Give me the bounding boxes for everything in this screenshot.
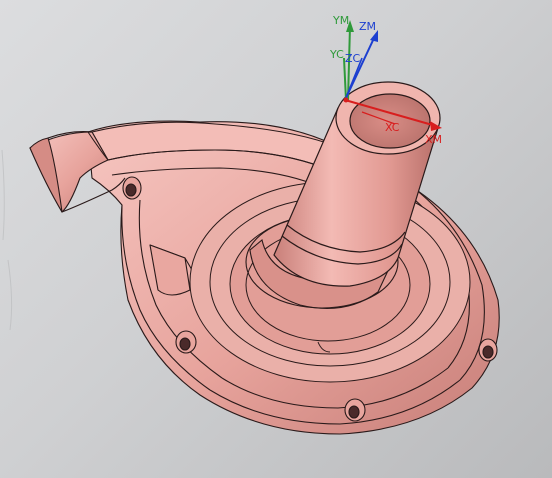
xm-label: XM [425, 133, 442, 146]
model-scene[interactable]: YM ZM YC ZC XC XM [0, 0, 552, 478]
zm-label: ZM [359, 20, 376, 33]
graphics-viewport[interactable]: YM ZM YC ZC XC XM [0, 0, 552, 478]
background-artifacts [1, 149, 13, 331]
zc-label: ZC [345, 52, 361, 65]
bolt-hole-right [478, 338, 498, 362]
bolt-hole-left [175, 330, 197, 354]
bolt-hole-bottom [344, 398, 366, 422]
ym-label: YM [332, 14, 349, 27]
yc-label: YC [329, 48, 344, 61]
xc-label: XC [385, 121, 400, 134]
bolt-hole-top-left [122, 176, 142, 200]
